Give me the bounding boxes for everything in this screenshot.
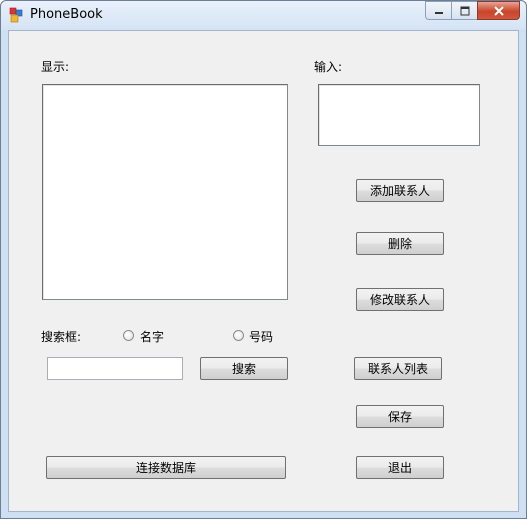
close-button[interactable] (477, 1, 520, 20)
maximize-icon (460, 6, 469, 15)
save-button[interactable]: 保存 (356, 405, 444, 428)
display-label: 显示: (41, 60, 70, 74)
window-controls (425, 1, 520, 20)
radio-number-label[interactable]: 号码 (249, 328, 273, 345)
search-button[interactable]: 搜索 (200, 357, 288, 380)
modify-contact-button[interactable]: 修改联系人 (356, 288, 444, 311)
radio-number[interactable] (233, 330, 244, 341)
search-input[interactable] (47, 357, 183, 380)
app-icon (9, 7, 23, 23)
display-textarea[interactable] (42, 84, 288, 300)
radio-name-label[interactable]: 名字 (140, 328, 164, 345)
search-box-label: 搜索框: (41, 330, 82, 344)
contact-list-button[interactable]: 联系人列表 (354, 357, 442, 380)
title-bar[interactable]: PhoneBook (1, 1, 526, 30)
input-textarea[interactable] (318, 84, 480, 146)
client-area: 显示: 输入: 添加联系人 删除 修改联系人 搜索框: 名字 号码 搜索 联系人… (8, 30, 519, 512)
maximize-button[interactable] (451, 1, 477, 20)
input-label: 输入: (314, 60, 343, 74)
close-icon (493, 5, 504, 16)
exit-button[interactable]: 退出 (356, 456, 444, 479)
window-title: PhoneBook (30, 7, 103, 22)
add-contact-button[interactable]: 添加联系人 (356, 179, 444, 202)
phonebook-window: PhoneBook 显示: 输入: 添加联系人 删除 修改联系人 搜索框: 名字… (0, 0, 527, 519)
minimize-button[interactable] (425, 1, 451, 20)
connect-database-button[interactable]: 连接数据库 (46, 456, 286, 479)
radio-name[interactable] (123, 330, 134, 341)
minimize-icon (434, 11, 443, 14)
delete-button[interactable]: 删除 (356, 232, 444, 255)
